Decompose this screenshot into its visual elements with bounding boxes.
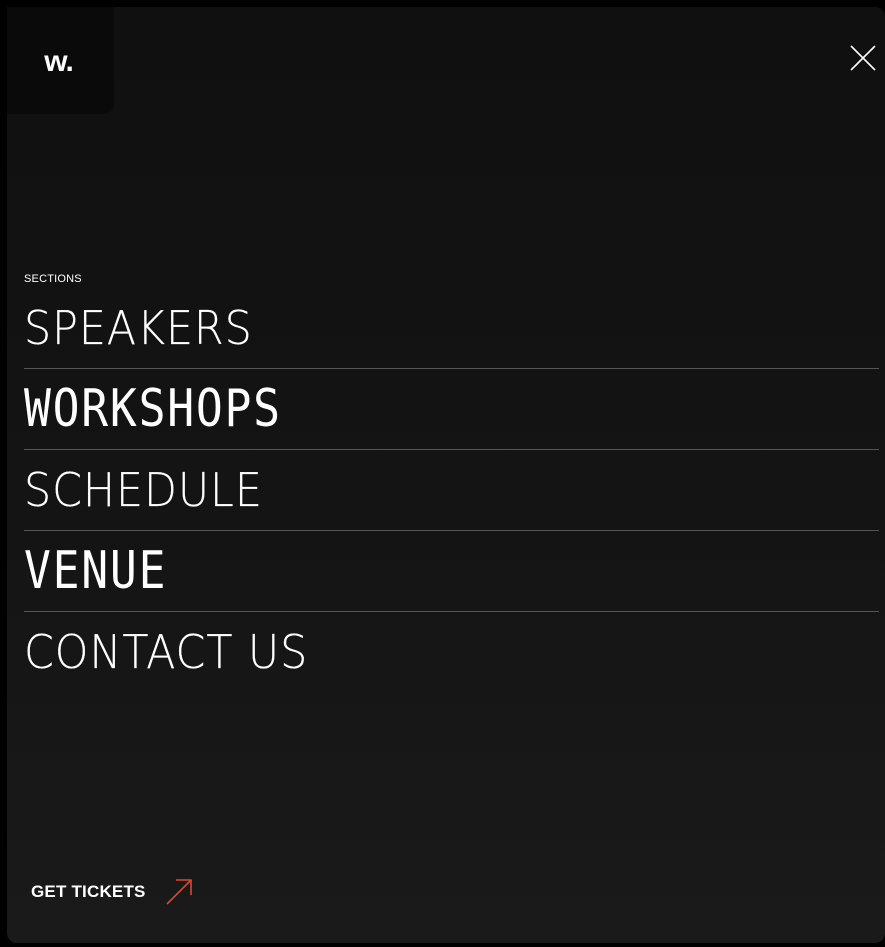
section-nav: SPEAKERS WORKSHOPS SCHEDULE VENUE CONTAC… <box>24 288 879 692</box>
nav-item-venue[interactable]: VENUE <box>24 531 879 612</box>
nav-item-workshops[interactable]: WORKSHOPS <box>24 369 879 450</box>
nav-item-label: VENUE <box>24 541 168 601</box>
menu-panel: w. SECTIONS SPEAKERS WORKSHOPS SCHEDULE … <box>7 7 885 943</box>
get-tickets-link[interactable]: GET TICKETS <box>31 878 193 906</box>
nav-item-label: WORKSHOPS <box>24 379 282 439</box>
logo[interactable]: w. <box>7 7 114 114</box>
close-button[interactable] <box>849 44 877 72</box>
nav-item-contact-us[interactable]: CONTACT US <box>24 612 879 692</box>
nav-item-label: SPEAKERS <box>24 301 253 355</box>
logo-text: w. <box>44 44 74 78</box>
nav-item-label: SCHEDULE <box>24 463 263 517</box>
close-icon <box>850 45 876 71</box>
get-tickets-label: GET TICKETS <box>31 882 146 901</box>
nav-item-label: CONTACT US <box>24 625 309 679</box>
nav-item-schedule[interactable]: SCHEDULE <box>24 450 879 531</box>
arrow-up-right-icon <box>166 879 192 905</box>
nav-item-speakers[interactable]: SPEAKERS <box>24 288 879 369</box>
sections-label: SECTIONS <box>24 273 82 285</box>
